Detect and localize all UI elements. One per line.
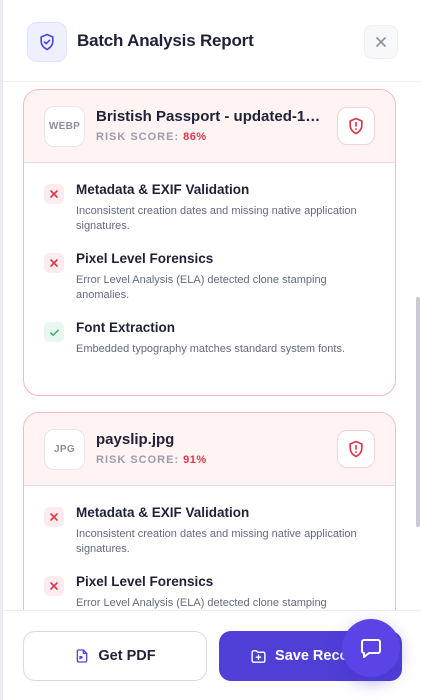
chat-bubble-icon (361, 639, 381, 658)
file-card-header: JPG payslip.jpg RISK SCORE: 91% (24, 413, 395, 486)
check-item: Pixel Level Forensics Error Level Analys… (44, 573, 375, 610)
shield-alert-icon[interactable] (337, 430, 375, 468)
fail-x-icon (44, 576, 64, 596)
file-type-badge: WEBP (44, 106, 85, 147)
shield-alert-icon[interactable] (337, 107, 375, 145)
get-pdf-label: Get PDF (98, 648, 156, 664)
pass-check-icon (44, 322, 64, 342)
check-description: Inconsistent creation dates and missing … (76, 205, 357, 232)
file-name: Bristish Passport - updated-1.webp (96, 108, 324, 125)
check-title: Pixel Level Forensics (76, 251, 214, 266)
shield-check-icon (27, 22, 67, 62)
check-list: Metadata & EXIF Validation Inconsistent … (24, 486, 395, 610)
check-title: Pixel Level Forensics (76, 574, 214, 589)
risk-score-value: 86% (183, 131, 207, 143)
check-item: Font Extraction Embedded typography matc… (44, 319, 375, 357)
chat-button[interactable] (342, 619, 400, 677)
file-pdf-icon (77, 649, 88, 663)
fail-x-icon (44, 184, 64, 204)
file-type-badge: JPG (44, 429, 85, 470)
check-title: Font Extraction (76, 320, 176, 335)
close-icon (376, 37, 386, 47)
page-title: Batch Analysis Report (77, 31, 254, 50)
scrollbar-thumb[interactable] (416, 297, 420, 527)
risk-score: RISK SCORE: 91% (96, 454, 207, 466)
get-pdf-button[interactable]: Get PDF (23, 631, 207, 681)
check-description: Embedded typography matches standard sys… (76, 343, 346, 355)
check-description: Error Level Analysis (ELA) detected clon… (76, 597, 327, 609)
fail-x-icon (44, 253, 64, 273)
check-item: Pixel Level Forensics Error Level Analys… (44, 250, 375, 303)
check-item: Metadata & EXIF Validation Inconsistent … (44, 504, 375, 557)
file-report-card: WEBP Bristish Passport - updated-1.webp … (23, 89, 396, 396)
file-name: payslip.jpg (96, 431, 175, 448)
risk-score-label: RISK SCORE: (96, 131, 180, 143)
risk-score: RISK SCORE: 86% (96, 131, 207, 143)
check-description: Error Level Analysis (ELA) detected clon… (76, 274, 327, 301)
panel-header: Batch Analysis Report (3, 0, 421, 82)
check-description: Inconsistent creation dates and missing … (76, 528, 357, 555)
folder-plus-icon (251, 649, 266, 663)
close-button[interactable] (364, 25, 398, 59)
file-report-card: JPG payslip.jpg RISK SCORE: 91% Metadata… (23, 412, 396, 610)
check-title: Metadata & EXIF Validation (76, 505, 250, 520)
file-card-header: WEBP Bristish Passport - updated-1.webp … (24, 90, 395, 163)
report-panel: Batch Analysis Report WEBP Bristish Pass… (2, 0, 421, 700)
fail-x-icon (44, 507, 64, 527)
check-list: Metadata & EXIF Validation Inconsistent … (24, 163, 395, 357)
risk-score-label: RISK SCORE: (96, 454, 180, 466)
check-title: Metadata & EXIF Validation (76, 182, 250, 197)
report-scroll-area[interactable]: WEBP Bristish Passport - updated-1.webp … (3, 83, 421, 610)
risk-score-value: 91% (183, 454, 207, 466)
check-item: Metadata & EXIF Validation Inconsistent … (44, 181, 375, 234)
